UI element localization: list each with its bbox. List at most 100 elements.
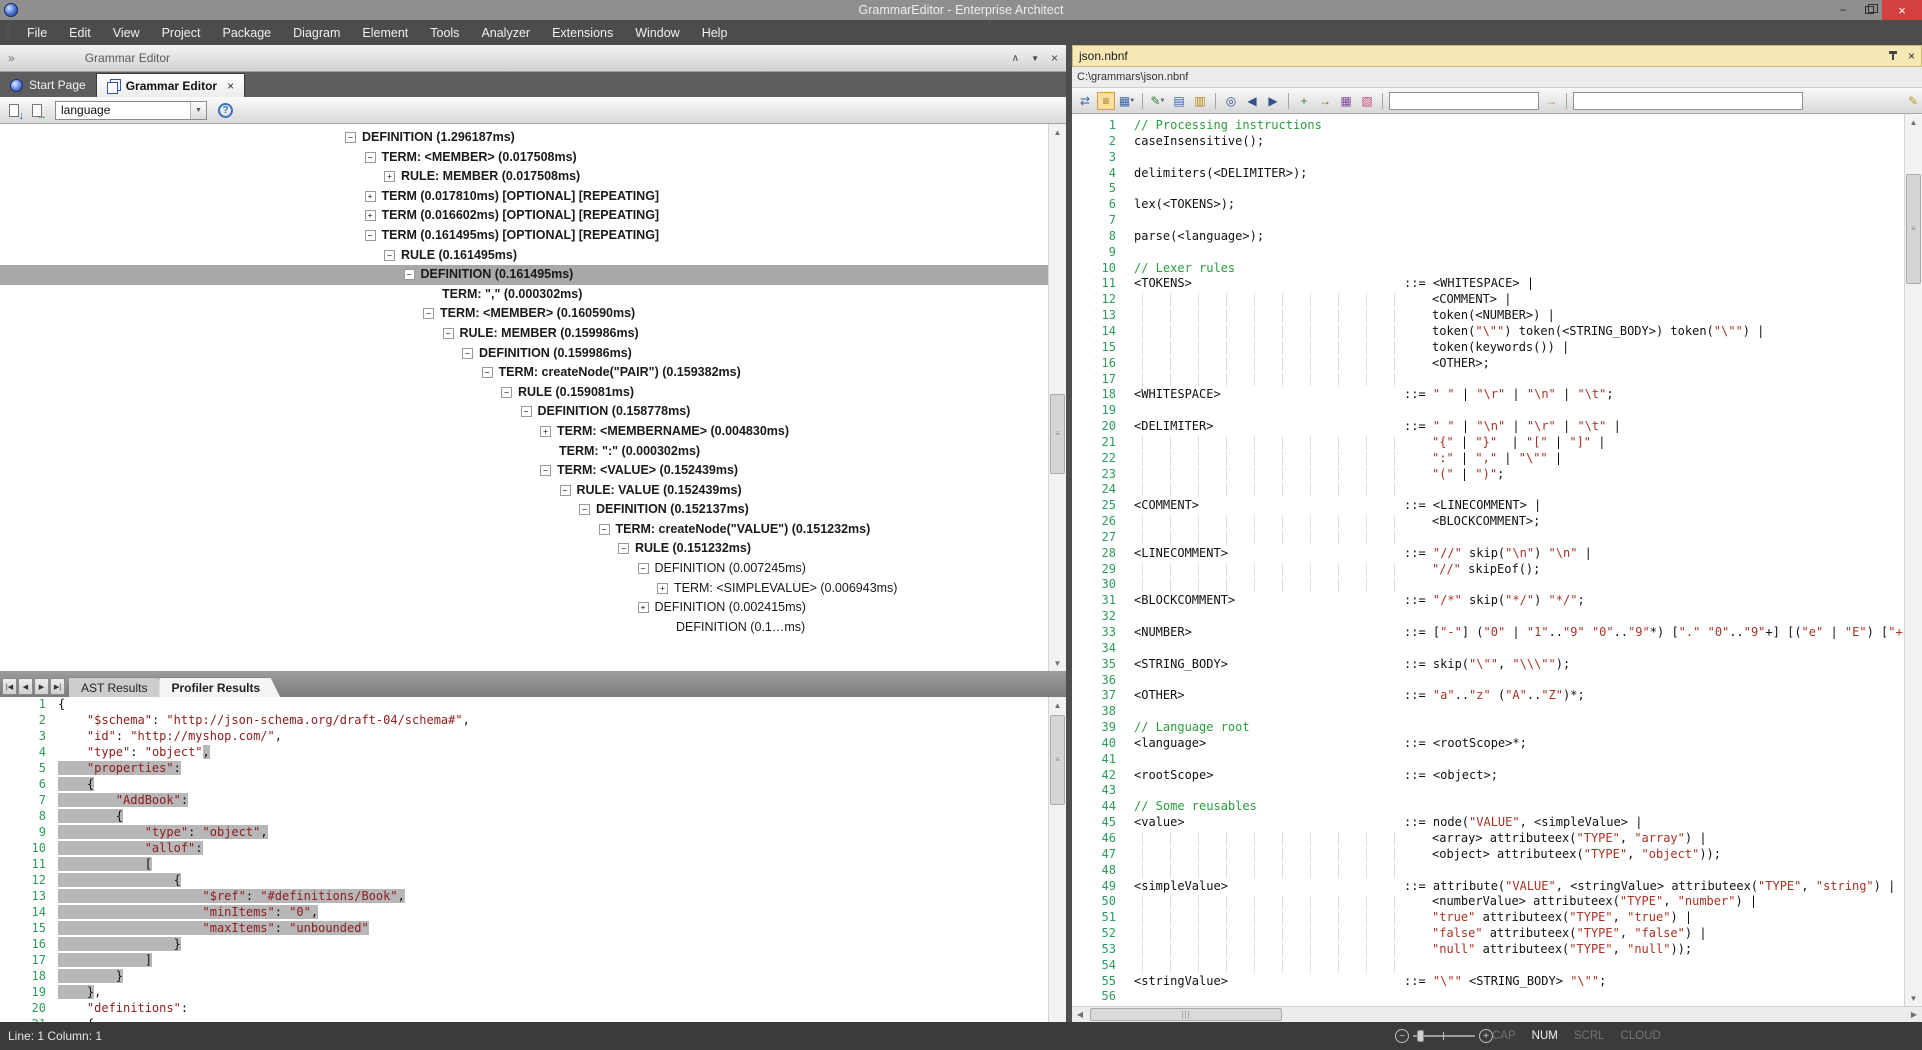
collapse-icon[interactable]: − <box>365 230 376 241</box>
tree-row[interactable]: TERM: "," (0.000302ms) <box>0 285 1048 305</box>
find-icon[interactable]: ◎ <box>1222 92 1240 110</box>
collapse-icon[interactable]: − <box>560 485 571 496</box>
tree-row[interactable]: +TERM: <SIMPLEVALUE> (0.006943ms) <box>0 579 1048 599</box>
tree-row[interactable]: −TERM: <MEMBER> (0.017508ms) <box>0 148 1048 168</box>
collapse-icon[interactable]: − <box>579 504 590 515</box>
export-grammar-icon[interactable]: → <box>28 101 46 119</box>
menu-item-package[interactable]: Package <box>211 22 282 44</box>
expand-icon[interactable]: + <box>638 602 649 613</box>
tree-row[interactable]: +TERM (0.017810ms) [OPTIONAL] [REPEATING… <box>0 187 1048 207</box>
tree-row[interactable]: −RULE (0.159081ms) <box>0 383 1048 403</box>
import-grammar-icon[interactable]: ↓ <box>5 101 23 119</box>
tree-row[interactable]: −RULE (0.161495ms) <box>0 246 1048 266</box>
help-icon[interactable]: ? <box>218 103 233 118</box>
zoom-track[interactable] <box>1413 1035 1475 1037</box>
scroll-right-icon[interactable]: ▶ <box>1906 1007 1922 1022</box>
source-vertical-scrollbar[interactable]: ▲ ▼ <box>1048 697 1066 1033</box>
dropdown-icon[interactable]: ▼ <box>1160 98 1166 104</box>
view-options-icon[interactable]: ▦▼ <box>1118 92 1136 110</box>
menu-item-help[interactable]: Help <box>691 22 739 44</box>
find-previous-icon[interactable]: ◀ <box>1243 92 1261 110</box>
tree-vertical-scrollbar[interactable]: ▲ ▼ <box>1048 124 1066 671</box>
panel-menu-button[interactable]: ▼ <box>1031 54 1039 63</box>
collapse-icon[interactable]: − <box>462 348 473 359</box>
menu-item-edit[interactable]: Edit <box>58 22 102 44</box>
collapse-icon[interactable]: − <box>521 406 532 417</box>
tree-row[interactable]: +DEFINITION (0.002415ms) <box>0 598 1048 618</box>
tab-overflow-icon[interactable]: ⋯ <box>497 72 508 83</box>
menu-item-view[interactable]: View <box>102 22 151 44</box>
tree-row[interactable]: −TERM: createNode("PAIR") (0.159382ms) <box>0 363 1048 383</box>
collapse-icon[interactable]: − <box>618 543 629 554</box>
expand-icon[interactable]: + <box>540 426 551 437</box>
zoom-out-icon[interactable]: − <box>1395 1029 1409 1043</box>
tab-close-icon[interactable]: × <box>227 79 234 93</box>
tab-start-page[interactable]: Start Page <box>0 73 96 97</box>
collapse-icon[interactable]: − <box>423 308 434 319</box>
tree-row[interactable]: −DEFINITION (0.007245ms) <box>0 559 1048 579</box>
code-scrollbar-thumb[interactable] <box>1906 174 1921 284</box>
go-button[interactable]: → <box>1542 92 1560 110</box>
zoom-in-icon[interactable]: + <box>1479 1029 1493 1043</box>
find-next-icon[interactable]: ▶ <box>1264 92 1282 110</box>
first-tab-button[interactable]: |◀ <box>2 678 17 695</box>
tree-row[interactable]: −TERM: <VALUE> (0.152439ms) <box>0 461 1048 481</box>
tree-row[interactable]: +TERM (0.016602ms) [OPTIONAL] [REPEATING… <box>0 206 1048 226</box>
tree-row[interactable]: TERM: ":" (0.000302ms) <box>0 442 1048 462</box>
collapse-icon[interactable]: − <box>482 367 493 378</box>
line-numbers-icon[interactable]: ≡ <box>1097 92 1115 110</box>
insert-rule-icon[interactable]: + <box>1295 92 1313 110</box>
last-tab-button[interactable]: ▶| <box>50 678 65 695</box>
scroll-up-icon[interactable]: ▲ <box>1049 697 1066 713</box>
toggle-parse-icon[interactable]: ⇄ <box>1076 92 1094 110</box>
menu-item-analyzer[interactable]: Analyzer <box>470 22 541 44</box>
collapse-icon[interactable]: − <box>501 387 512 398</box>
scroll-left-icon[interactable]: ◀ <box>1072 1007 1088 1022</box>
expand-icon[interactable]: + <box>365 210 376 221</box>
tree-row[interactable]: DEFINITION (0.1…ms) <box>0 618 1048 638</box>
minimize-button[interactable]: − <box>1830 0 1856 20</box>
menu-item-element[interactable]: Element <box>351 22 419 44</box>
scroll-down-icon[interactable]: ▼ <box>1905 990 1922 1006</box>
next-tab-button[interactable]: ▶ <box>34 678 49 695</box>
scroll-up-icon[interactable]: ▲ <box>1049 124 1066 140</box>
grid-edit-icon[interactable]: ▦ <box>1337 92 1355 110</box>
collapse-icon[interactable]: − <box>345 132 356 143</box>
search-input[interactable] <box>1389 92 1539 110</box>
collapse-icon[interactable]: − <box>540 465 551 476</box>
validate-grammar-icon[interactable]: ▧ <box>1358 92 1376 110</box>
tree-row[interactable]: −DEFINITION (0.158778ms) <box>0 402 1048 422</box>
source-scrollbar-thumb[interactable] <box>1050 715 1065 805</box>
collapse-icon[interactable]: − <box>599 524 610 535</box>
tree-row[interactable]: +TERM: <MEMBERNAME> (0.004830ms) <box>0 422 1048 442</box>
paste-document-icon[interactable]: ▥ <box>1191 92 1209 110</box>
document-close-button[interactable]: × <box>1908 49 1915 63</box>
menu-item-file[interactable]: File <box>16 22 58 44</box>
menu-item-tools[interactable]: Tools <box>419 22 470 44</box>
scribble-icon[interactable]: ✎ <box>1904 92 1922 110</box>
collapse-icon[interactable]: − <box>384 250 395 261</box>
collapse-icon[interactable]: − <box>443 328 454 339</box>
tree-row[interactable]: −DEFINITION (1.296187ms) <box>0 128 1048 148</box>
restore-button[interactable] <box>1856 0 1882 20</box>
panel-collapse-button[interactable]: ∧ <box>1012 53 1019 64</box>
language-combobox[interactable]: language ▼ <box>55 101 207 120</box>
tree-row[interactable]: −DEFINITION (0.161495ms) <box>0 265 1048 285</box>
tree-scrollbar-thumb[interactable] <box>1050 394 1065 474</box>
close-button[interactable]: × <box>1882 0 1922 20</box>
scroll-down-icon[interactable]: ▼ <box>1049 655 1066 671</box>
tree-row[interactable]: −TERM (0.161495ms) [OPTIONAL] [REPEATING… <box>0 226 1048 246</box>
menu-item-window[interactable]: Window <box>624 22 690 44</box>
previous-tab-button[interactable]: ◀ <box>18 678 33 695</box>
expand-icon[interactable]: + <box>657 583 668 594</box>
tab-profiler-results[interactable]: Profiler Results <box>159 677 280 697</box>
scroll-up-icon[interactable]: ▲ <box>1905 114 1922 130</box>
tree-row[interactable]: −TERM: createNode("VALUE") (0.151232ms) <box>0 520 1048 540</box>
tree-row[interactable]: −DEFINITION (0.159986ms) <box>0 344 1048 364</box>
goto-rule-icon[interactable]: → <box>1316 92 1334 110</box>
tree-row[interactable]: −RULE (0.151232ms) <box>0 539 1048 559</box>
collapse-icon[interactable]: − <box>404 269 415 280</box>
menu-item-project[interactable]: Project <box>151 22 212 44</box>
hscrollbar-thumb[interactable] <box>1090 1008 1282 1021</box>
dropdown-icon[interactable]: ▼ <box>1129 98 1135 104</box>
